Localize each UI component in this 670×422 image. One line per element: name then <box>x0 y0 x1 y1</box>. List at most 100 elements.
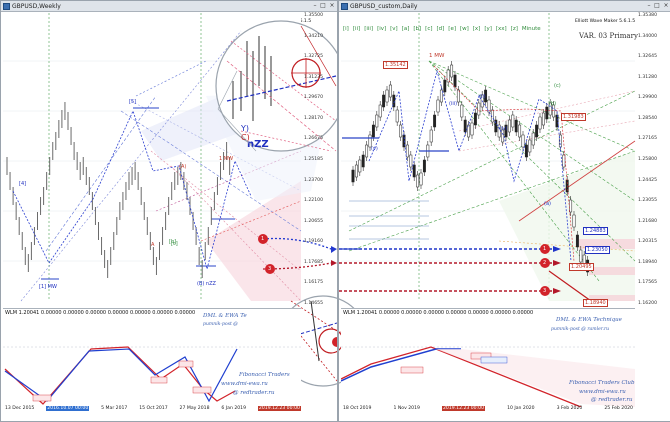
weekly-watermark-line3: www.dmi-ewa.ru <box>221 381 268 387</box>
weekly-watermark-line4: @ redtrader.ru <box>233 390 275 396</box>
price-tick-label: 1.34000 <box>638 33 657 39</box>
candle-body <box>416 174 420 188</box>
price-tick-label: 1.26675 <box>304 136 323 142</box>
price-tick-label: 1.18940 <box>638 259 657 265</box>
time-tick-label: 2019.12.23 00:00 <box>257 406 301 411</box>
candle-body <box>409 154 413 168</box>
candle-body <box>541 112 545 126</box>
candle-body <box>371 124 375 138</box>
candle-body <box>365 144 369 158</box>
daily-indicator-panel[interactable]: WLM 1.20041 0.00000 0.00000 0.00000 0.00… <box>341 308 635 407</box>
price-tick-label: 1.29900 <box>638 95 657 101</box>
time-tick-label: 6 Jan 2019 <box>221 406 247 411</box>
marker-1-label: 1 <box>261 236 265 242</box>
candle-body <box>399 124 403 138</box>
candle-body <box>382 94 386 108</box>
time-tick-label: 5 Mar 2017 <box>101 406 128 411</box>
price-tick-label: 1.32645 <box>638 54 657 60</box>
candle-body <box>545 106 549 120</box>
daily-time-axis[interactable]: 18 Oct 2019 1 Nov 2019 2019.12.23 00:00 10 … <box>343 406 633 411</box>
time-tick-label: 2016.10.07 00:00 <box>46 406 90 411</box>
price-tick-label: 1.35500 <box>304 13 323 18</box>
candle-body <box>562 154 566 168</box>
daily-wave-label-a: (a) <box>544 201 551 207</box>
wave-label-5: [5] <box>129 99 137 105</box>
candle-body <box>535 124 539 138</box>
candle-body <box>524 144 528 158</box>
daily-watermark-line3: www.dmi-ewa.ru <box>579 389 626 395</box>
wave-label-b: [b] <box>169 239 177 245</box>
price-tick-label: 1.32725 <box>304 54 323 60</box>
daily-watermark-line4: @ redtrader.ru <box>591 397 633 403</box>
candle-body <box>388 84 392 98</box>
wave-label-1-mw: [1] MW <box>39 284 57 290</box>
candle-body <box>463 119 467 133</box>
price-tick-label: 1.19160 <box>304 239 323 245</box>
price-tick-label: 1.27165 <box>638 136 657 142</box>
price-tick-label: 1.28540 <box>638 115 657 121</box>
candle-body <box>405 144 409 158</box>
candle-body <box>422 159 426 173</box>
candle-body <box>473 112 477 126</box>
price-tick-label: 1.25800 <box>638 157 657 162</box>
daily-wave-label-c: (c) <box>554 83 561 89</box>
candle-body <box>375 114 379 128</box>
candle-body <box>429 129 433 143</box>
time-tick-label: 25 Feb 2020 <box>604 406 633 411</box>
daily-watermark-line1: DML & EWA Technique <box>556 317 622 323</box>
candle-body <box>453 74 457 88</box>
price-tick-label: 1.16200 <box>638 301 657 306</box>
candle-body <box>518 124 522 138</box>
price-tick-label: 1.17565 <box>638 280 657 286</box>
candle-body <box>436 99 440 113</box>
candle-body <box>477 102 481 116</box>
candle-body <box>443 79 447 93</box>
weekly-indicator-panel[interactable]: WLM 1.20041 0.00000 0.00000 0.00000 0.00… <box>3 308 301 407</box>
candle-body <box>361 154 365 168</box>
time-tick-label: 2019.12.23 00:00 <box>442 406 486 411</box>
candle-body <box>378 104 382 118</box>
daily-wave-label-iii: (iii) <box>449 101 458 107</box>
price-tick-label: 1.23700 <box>304 177 323 183</box>
time-tick-label: 1 Nov 2019 <box>393 406 420 411</box>
price-tick-label: 1.21680 <box>638 218 657 224</box>
candle-body <box>511 114 515 128</box>
price-tick-label: 1.16175 <box>304 280 323 286</box>
candle-body <box>507 119 511 133</box>
candle-body <box>433 114 437 128</box>
candle-body <box>412 164 416 178</box>
candle-body <box>419 172 423 186</box>
weekly-price-axis[interactable]: 1.35500 1.34210 1.32725 1.31235 1.29670 1.281… <box>302 13 336 306</box>
price-tag: 1.31983 <box>561 113 586 121</box>
wave-label-1mw-small: 1 MW <box>219 156 234 162</box>
wave-label-b-nzz: (B) nZZ <box>197 281 216 287</box>
price-tick-label: 1.25185 <box>304 157 323 162</box>
price-tick-label: 1.14655 <box>304 301 323 306</box>
price-tick-label: 1.28170 <box>304 115 323 121</box>
price-tick-label: 1.20315 <box>638 239 657 245</box>
candle-body <box>439 89 443 103</box>
candle-body <box>538 116 542 130</box>
daily-chart-window[interactable]: GBPUSD_custom,Daily – □ × [i] [ii] [iii] [i… <box>338 0 670 422</box>
candle-body <box>354 164 358 178</box>
price-tick-label: 1.31280 <box>638 74 657 80</box>
daily-wave-label-ii: (ii) <box>479 94 486 100</box>
price-tick-label: 1.34210 <box>304 33 323 39</box>
time-tick-label: 3 Feb 2020 <box>556 406 583 411</box>
candle-body <box>351 169 355 183</box>
weekly-chart-window[interactable]: GBPUSD,Weekly – □ × [1][2][3][4][5][A][B… <box>0 0 338 422</box>
magnified-y-label: Y) <box>240 124 249 133</box>
weekly-time-axis[interactable]: 13 Dec 2015 2016.10.07 00:00 5 Mar 2017 15 … <box>5 406 301 411</box>
price-tick-label: 1.31235 <box>304 74 323 80</box>
wave-label-a: A <box>151 242 155 248</box>
price-tick-label: 1.23055 <box>638 198 657 204</box>
time-tick-label: 15 Oct 2017 <box>139 406 168 411</box>
daily-price-axis[interactable]: 1.35380 1.34000 1.32645 1.31280 1.29900 1.285… <box>636 13 670 306</box>
price-tick-label: 1.20655 <box>304 218 323 224</box>
price-tag: 1.24883 <box>583 227 608 235</box>
price-tick-label: 1.22100 <box>304 198 323 204</box>
daily-watermark-line2: pumnik-post @ ramler.ru <box>551 327 610 332</box>
wave-label-4: [4] <box>19 181 27 187</box>
weekly-watermark-line5: Fibonacci Traders <box>239 372 290 378</box>
candle-body <box>395 109 399 123</box>
